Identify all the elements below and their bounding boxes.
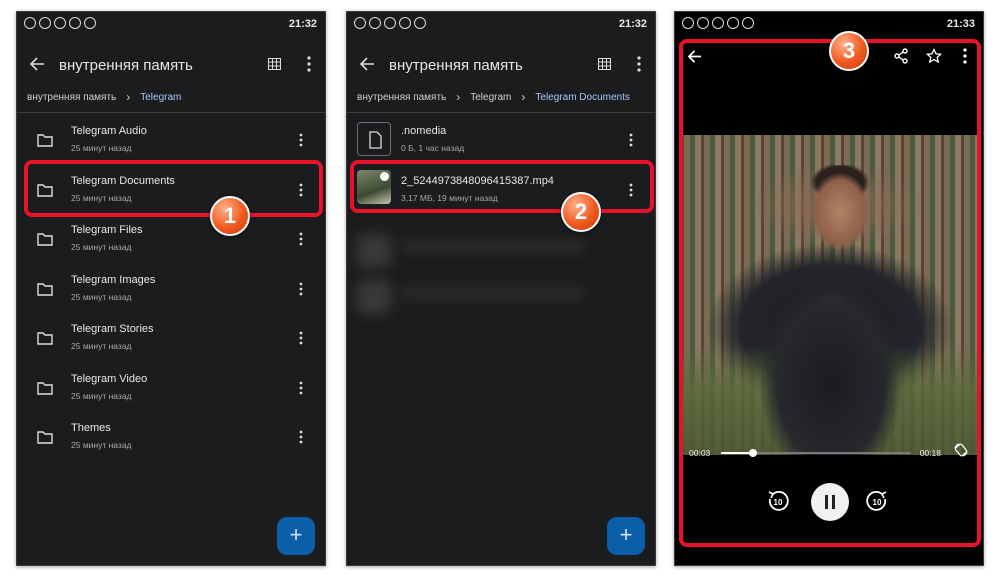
more-vert-icon[interactable] [299,381,303,395]
item-name: Telegram Audio [71,125,147,137]
highlight-frame [350,160,654,213]
item-meta: 25 минут назад [71,291,132,302]
page-title: внутренняя память [389,57,523,74]
add-button[interactable]: + [277,517,315,555]
breadcrumb-item[interactable]: внутренняя память [27,92,116,103]
people-icon [69,17,81,29]
panel-telegram-documents: 21:32 внутренняя память внутренняя памят… [346,11,656,566]
folder-icon [37,332,53,345]
item-meta: 25 минут назад [71,341,132,351]
app-bar: внутренняя память [17,36,325,92]
people-icon [727,17,739,29]
whatsapp-icon [369,17,381,29]
clock: 21:33 [946,18,975,30]
list-item[interactable]: Telegram Files 25 минут назад [17,217,325,267]
item-meta: 25 минут назад [71,390,132,401]
play-store-icon [84,17,96,29]
item-name: Telegram Video [71,372,148,385]
more-vert-icon[interactable] [299,133,303,147]
step-badge: 3 [829,31,869,71]
chevron-right-icon: › [126,90,131,104]
item-meta: 25 минут назад [71,143,132,153]
item-name: Telegram Files [71,224,143,236]
folder-icon [37,431,53,444]
more-vert-icon[interactable] [307,56,311,72]
notification-icons [24,17,96,29]
grid-view-icon[interactable] [598,58,611,70]
step-badge: 1 [210,196,250,236]
whatsapp-icon [24,17,36,29]
whatsapp-icon [354,17,366,29]
file-icon [357,122,391,156]
folder-icon [37,381,53,395]
item-meta: 25 минут назад [71,440,132,450]
folder-icon [37,282,53,296]
status-bar: 21:32 [17,12,325,36]
whatsapp-icon [682,17,694,29]
clock: 21:32 [618,18,647,30]
more-vert-icon[interactable] [629,133,633,147]
list-item[interactable]: Telegram Stories 25 минут назад [17,316,325,366]
notification-icons [354,17,426,29]
step-badge: 2 [561,192,601,232]
page-title: внутренняя память [59,57,193,74]
breadcrumb: внутренняя память › Telegram › Telegram Docu… [357,90,655,110]
item-name: .nomedia [401,125,447,137]
item-name: Themes [71,422,111,434]
play-store-icon [414,17,426,29]
status-bar: 21:33 [675,12,983,36]
chevron-right-icon: › [521,90,526,104]
more-vert-icon[interactable] [299,430,303,444]
divider [347,112,655,113]
viber-icon [54,17,66,29]
list-item[interactable]: Telegram Images 25 минут назад [17,267,325,317]
chevron-right-icon: › [456,90,461,104]
whatsapp-icon [39,17,51,29]
breadcrumb-item-current[interactable]: Telegram [140,92,181,103]
item-name: Telegram Stories [71,323,154,335]
more-vert-icon[interactable] [637,56,641,72]
item-meta: 25 минут назад [71,242,132,252]
breadcrumb-item-current[interactable]: Telegram Documents [535,92,629,103]
whatsapp-icon [697,17,709,29]
panel-telegram-folder: 21:32 внутренняя память внутренняя памят… [16,11,326,566]
app-bar: внутренняя память [347,36,655,92]
grid-view-icon[interactable] [268,58,281,70]
highlight-frame [679,39,981,547]
item-name: Telegram Images [71,273,156,286]
notification-icons [682,17,754,29]
blurred-item [357,280,617,316]
list-item[interactable]: Themes 25 минут назад [17,415,325,465]
add-button[interactable]: + [607,517,645,555]
breadcrumb-item[interactable]: внутренняя память [357,92,446,103]
highlight-frame [24,160,323,217]
status-bar: 21:32 [347,12,655,36]
breadcrumb-item[interactable]: Telegram [470,92,511,103]
clock: 21:32 [288,18,317,30]
blurred-item [357,234,617,270]
more-vert-icon[interactable] [299,232,303,246]
folder-icon [37,233,53,246]
item-meta: 0 Б, 1 час назад [401,143,465,153]
play-store-icon [742,17,754,29]
folder-icon [37,134,53,147]
breadcrumb: внутренняя память › Telegram [27,90,325,110]
list-item[interactable]: Telegram Video 25 минут назад [17,366,325,416]
viber-icon [384,17,396,29]
back-arrow-icon[interactable] [29,56,45,72]
more-vert-icon[interactable] [299,282,303,296]
panel-video-player: 21:33 00:03 00:18 10 10 3 [674,11,984,566]
viber-icon [712,17,724,29]
people-icon [399,17,411,29]
more-vert-icon[interactable] [299,331,303,345]
back-arrow-icon[interactable] [359,56,375,72]
divider [17,112,325,113]
